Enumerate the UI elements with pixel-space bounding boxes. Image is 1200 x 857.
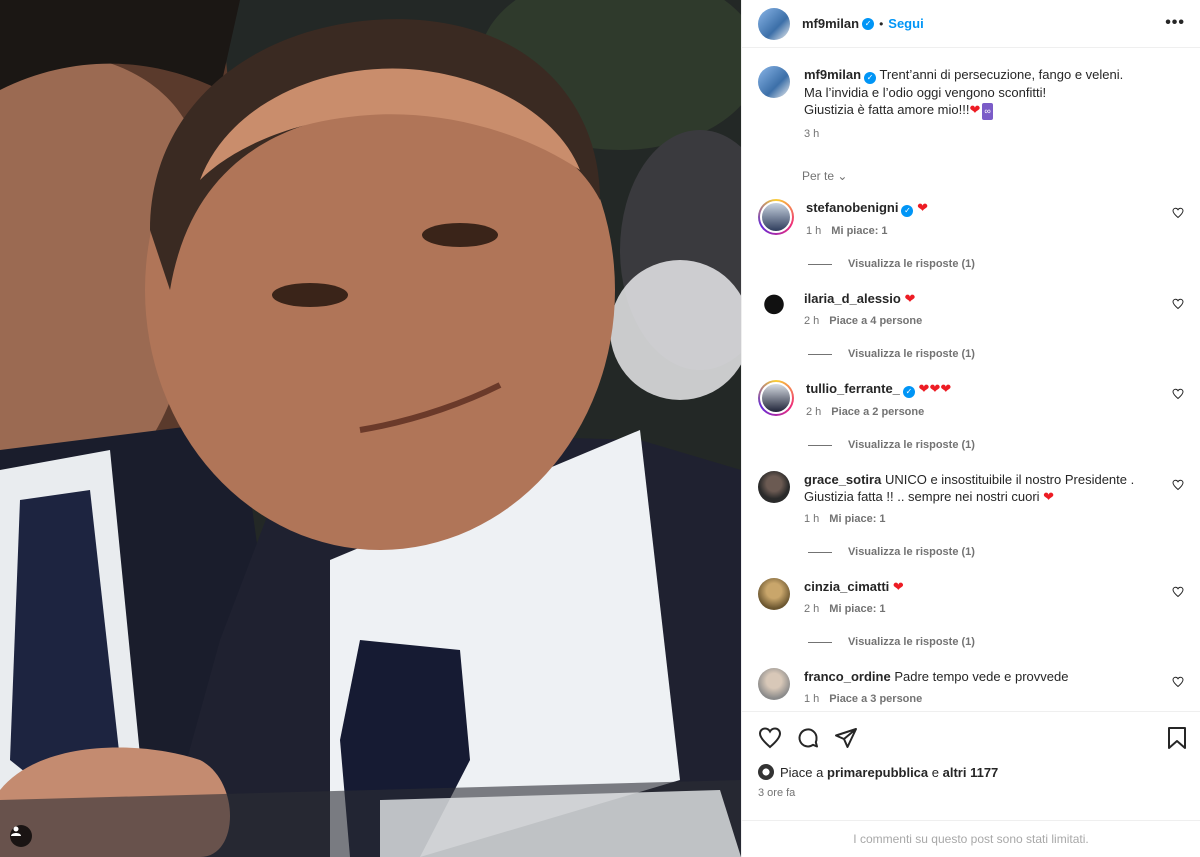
comment-author[interactable]: franco_ordine: [804, 669, 891, 684]
separator-dot: •: [879, 16, 884, 31]
comment-time: 2 h: [804, 315, 820, 327]
comment-likes[interactable]: Piace a 3 persone: [829, 693, 922, 705]
post-photo[interactable]: [0, 0, 741, 857]
avatar[interactable]: [758, 380, 794, 416]
more-icon[interactable]: •••: [1165, 14, 1185, 32]
view-replies-button[interactable]: Visualizza le risposte (1): [808, 348, 1184, 360]
heart-emoji: ❤❤❤: [918, 381, 952, 396]
share-icon[interactable]: [834, 726, 858, 750]
caption-author[interactable]: mf9milan: [804, 67, 861, 82]
verified-icon: ✓: [862, 17, 875, 30]
comment-time: 1 h: [804, 513, 820, 525]
caption-time: 3 h: [804, 128, 820, 140]
view-replies-button[interactable]: Visualizza le risposte (1): [808, 258, 1184, 270]
heart-icon[interactable]: [758, 726, 782, 750]
comment-likes[interactable]: Mi piace: 1: [831, 225, 887, 237]
caption: mf9milan ✓ Trent’anni di persecuzione, fa…: [758, 66, 1184, 143]
avatar[interactable]: [758, 578, 790, 610]
view-replies-button[interactable]: Visualizza le risposte (1): [808, 546, 1184, 558]
comment-item: franco_ordine Padre tempo vede e provved…: [758, 668, 1184, 708]
post-header: mf9milan ✓ • Segui •••: [742, 0, 1200, 48]
heart-emoji: ❤: [892, 579, 904, 594]
caption-text: Trent’anni di persecuzione, fango e vele…: [879, 67, 1124, 82]
post-side-panel: mf9milan ✓ • Segui ••• mf9milan ✓ Trent’a…: [741, 0, 1200, 857]
comment-text: UNICO e insostituibile il nostro Preside…: [884, 472, 1135, 487]
heart-emoji: ❤: [1043, 489, 1055, 504]
comment-author[interactable]: stefanobenigni: [806, 200, 898, 215]
caption-text: Giustizia è fatta amore mio!!!: [804, 102, 970, 117]
liker-username[interactable]: primarepubblica: [827, 765, 928, 780]
post-author[interactable]: mf9milan: [802, 16, 859, 31]
likes-count[interactable]: altri 1177: [943, 765, 999, 780]
infinity-emoji: ∞: [982, 103, 993, 120]
verified-icon: ✓: [902, 386, 915, 398]
tag-icon[interactable]: [10, 825, 32, 847]
comment-time: 1 h: [806, 225, 822, 237]
view-replies-button[interactable]: Visualizza le risposte (1): [808, 439, 1184, 451]
comments-limited-notice: I commenti su questo post sono stati lim…: [742, 820, 1200, 857]
verified-icon: ✓: [864, 72, 877, 84]
avatar[interactable]: [758, 199, 794, 235]
comment-author[interactable]: cinzia_cimatti: [804, 579, 889, 594]
action-bar: [758, 724, 1188, 752]
bookmark-icon[interactable]: [1166, 726, 1188, 750]
likes-summary[interactable]: Piace a primarepubblica e altri 1177: [758, 764, 998, 780]
heart-emoji: ❤: [969, 102, 981, 117]
caption-text: Ma l’invidia e l’odio oggi vengono sconf…: [804, 85, 1047, 100]
comment-likes[interactable]: Piace a 4 persone: [829, 315, 922, 327]
actions-divider: [742, 711, 1200, 712]
avatar: [758, 764, 774, 780]
avatar[interactable]: [758, 66, 790, 98]
like-comment-icon[interactable]: [1172, 207, 1184, 222]
comment-time: 2 h: [806, 406, 822, 418]
verified-icon: ✓: [901, 205, 914, 217]
sort-selector[interactable]: Per te ⌄: [802, 169, 1184, 183]
comment-item: ilaria_d_alessio ❤ 2 h Piace a 4 persone: [758, 290, 1184, 330]
avatar[interactable]: [758, 471, 790, 503]
avatar[interactable]: [758, 290, 790, 322]
comment-item: stefanobenigni ✓ ❤ 1 h Mi piace: 1: [758, 199, 1184, 240]
post-time: 3 ore fa: [758, 787, 796, 799]
view-replies-button[interactable]: Visualizza le risposte (1): [808, 636, 1184, 648]
comment-author[interactable]: ilaria_d_alessio: [804, 291, 901, 306]
comment-item: cinzia_cimatti ❤ 2 h Mi piace: 1: [758, 578, 1184, 618]
heart-emoji: ❤: [917, 200, 928, 215]
follow-button[interactable]: Segui: [888, 16, 923, 31]
heart-emoji: ❤: [904, 291, 916, 306]
comment-likes[interactable]: Piace a 2 persone: [831, 406, 924, 418]
comment-item: tullio_ferrante_ ✓ ❤❤❤ 2 h Piace a 2 perso…: [758, 380, 1184, 421]
like-comment-icon[interactable]: [1172, 388, 1184, 403]
comment-likes[interactable]: Mi piace: 1: [829, 513, 885, 525]
comment-likes[interactable]: Mi piace: 1: [829, 603, 885, 615]
comments-list[interactable]: mf9milan ✓ Trent’anni di persecuzione, fa…: [742, 48, 1200, 712]
comment-author[interactable]: tullio_ferrante_: [806, 381, 900, 396]
avatar[interactable]: [758, 7, 790, 40]
avatar[interactable]: [758, 668, 790, 700]
like-comment-icon[interactable]: [1172, 479, 1184, 494]
chevron-down-icon: ⌄: [837, 169, 848, 183]
comment-item: grace_sotira UNICO e insostituibile il n…: [758, 471, 1184, 528]
post-viewer: mf9milan ✓ • Segui ••• mf9milan ✓ Trent’a…: [0, 0, 1200, 857]
comment-icon[interactable]: [796, 726, 820, 750]
comment-text: Padre tempo vede e provvede: [894, 669, 1069, 684]
like-comment-icon[interactable]: [1172, 586, 1184, 601]
photo-illustration: [0, 0, 741, 857]
comment-time: 1 h: [804, 693, 820, 705]
comment-time: 2 h: [804, 603, 820, 615]
like-comment-icon[interactable]: [1172, 676, 1184, 691]
like-comment-icon[interactable]: [1172, 298, 1184, 313]
comment-text: Giustizia fatta !! .. sempre nei nostri …: [804, 489, 1040, 504]
comment-author[interactable]: grace_sotira: [804, 472, 881, 487]
